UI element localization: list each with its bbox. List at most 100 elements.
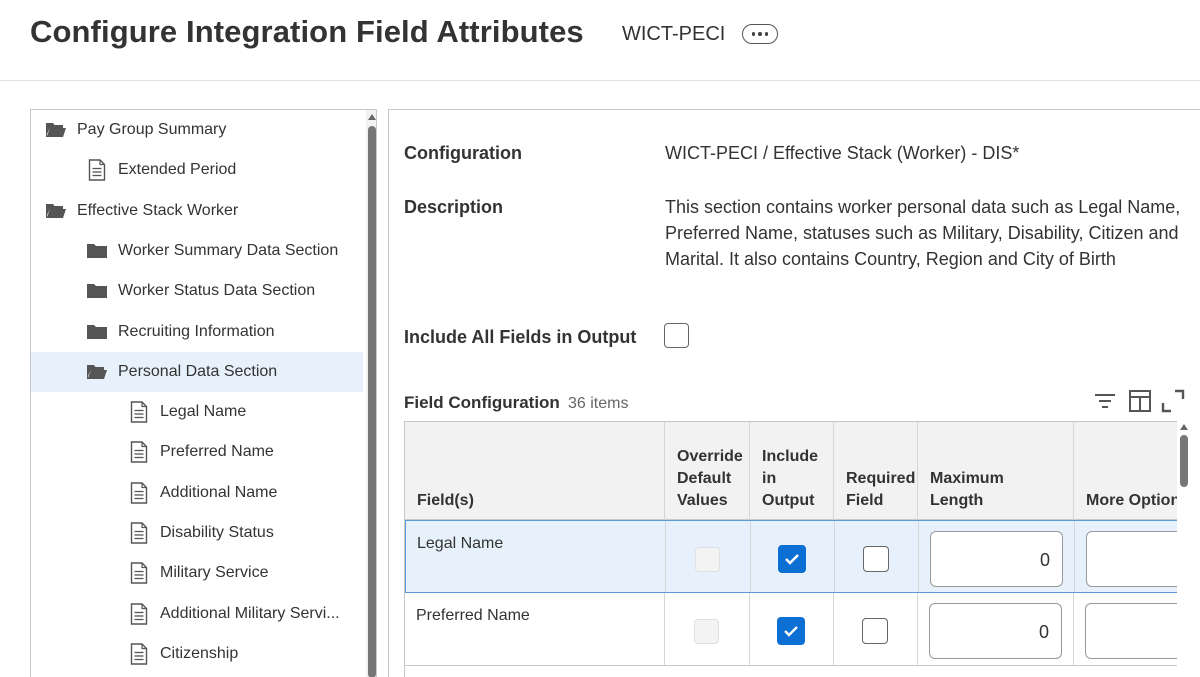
- column-label-line: Values: [677, 492, 728, 509]
- tree-item[interactable]: Recruiting Information: [31, 312, 363, 352]
- tree-item[interactable]: Additional Military Servi...: [31, 594, 363, 634]
- include-checkbox[interactable]: [777, 617, 805, 645]
- column-label: Required Field: [846, 468, 915, 512]
- tree-item[interactable]: Military Service: [31, 553, 363, 593]
- column-header-max-length[interactable]: Maximum Length: [918, 422, 1074, 520]
- ellipsis-dot: [758, 32, 762, 36]
- tree-item[interactable]: Preferred Name: [31, 432, 363, 472]
- grid-header: Field(s) Override Default Values Include in…: [405, 422, 1177, 520]
- tree-scroll-thumb[interactable]: [368, 126, 376, 677]
- field-cell: Preferred Name: [405, 593, 665, 665]
- tree-item[interactable]: Effective Stack Worker: [31, 191, 363, 231]
- checkmark-icon: [784, 552, 800, 566]
- expand-icon[interactable]: [1160, 388, 1186, 414]
- column-label: Override Default Values: [677, 446, 743, 512]
- tree-item[interactable]: Extended Period: [31, 150, 363, 190]
- tree-item-label: Preferred Name: [160, 443, 274, 461]
- tree-item-label: Recruiting Information: [118, 322, 275, 340]
- column-header-required[interactable]: Required Field: [834, 422, 918, 520]
- include-cell: [750, 593, 834, 665]
- tree-scrollbar[interactable]: [366, 110, 376, 677]
- column-label: Field(s): [417, 492, 474, 509]
- tree-item[interactable]: Worker Summary Data Section: [31, 231, 363, 271]
- more-actions-button[interactable]: [742, 24, 778, 44]
- more-options-cell: [1074, 593, 1177, 665]
- grid-scrollbar[interactable]: [1179, 421, 1189, 677]
- configuration-value: WICT-PECI / Effective Stack (Worker) - D…: [665, 143, 1020, 163]
- page-subtitle: WICT-PECI: [622, 23, 726, 45]
- tree-item[interactable]: Worker Status Data Section: [31, 271, 363, 311]
- required-cell: [834, 593, 918, 665]
- column-label: Maximum Length: [930, 470, 1004, 509]
- ellipsis-icon: [751, 32, 756, 36]
- column-header-more-options[interactable]: More Option: [1074, 422, 1177, 520]
- field-configuration-count: 36 items: [568, 395, 629, 412]
- scroll-up-arrow-icon[interactable]: [1180, 424, 1188, 430]
- tree-item-label: Pay Group Summary: [77, 121, 227, 138]
- filter-icon[interactable]: [1092, 388, 1118, 414]
- tree-item-label: Worker Status Data Section: [118, 282, 316, 300]
- include-checkbox[interactable]: [778, 545, 806, 573]
- grid-scroll-thumb[interactable]: [1180, 435, 1188, 487]
- document-icon: [128, 643, 150, 665]
- folder-open-icon: [45, 200, 67, 222]
- override-cell: [666, 521, 751, 592]
- tree-item[interactable]: Personal Data Section: [31, 351, 363, 392]
- document-icon: [128, 481, 150, 504]
- document-icon: [128, 562, 150, 584]
- field-name: Preferred Name: [416, 607, 530, 624]
- scroll-up-arrow-icon[interactable]: [368, 114, 376, 120]
- more-options-input[interactable]: [1085, 603, 1177, 659]
- document-icon: [128, 441, 150, 464]
- include-cell: [751, 521, 835, 592]
- required-checkbox[interactable]: [862, 618, 888, 644]
- column-header-include[interactable]: Include in Output: [750, 422, 834, 520]
- folder-icon: [86, 321, 108, 343]
- column-label: More Option: [1086, 492, 1177, 509]
- column-header-fields[interactable]: Field(s): [405, 422, 665, 520]
- tree-item[interactable]: Additional Name: [31, 473, 363, 513]
- tree-item[interactable]: Disability Status: [31, 513, 363, 553]
- column-label-line: Override: [677, 448, 743, 465]
- tree-item-label: Additional Name: [160, 483, 278, 501]
- max-length-input[interactable]: 0: [929, 603, 1062, 659]
- tree-item[interactable]: Legal Name: [31, 392, 363, 432]
- tree-item-label: Worker Summary Data Section: [118, 241, 339, 259]
- column-label-line: Required: [846, 470, 916, 487]
- field-configuration-title: Field Configuration: [404, 393, 560, 412]
- detail-panel: Configuration WICT-PECI / Effective Stac…: [388, 109, 1200, 677]
- table-row[interactable]: Legal Name 0: [405, 520, 1177, 593]
- more-options-cell: [1075, 521, 1177, 592]
- column-label-line: Include: [762, 448, 819, 465]
- document-icon: [86, 159, 108, 181]
- folder-icon: [86, 280, 108, 302]
- tree-item-label: Disability Status: [160, 524, 274, 541]
- override-cell: [665, 593, 750, 665]
- override-checkbox: [694, 619, 719, 644]
- table-row[interactable]: Preferred Name 0: [405, 593, 1177, 666]
- field-cell: Legal Name: [406, 521, 666, 592]
- tree-item[interactable]: Pay Group Summary: [31, 110, 363, 150]
- more-options-input[interactable]: [1086, 531, 1177, 587]
- include-all-checkbox[interactable]: [664, 323, 689, 348]
- document-icon: [128, 522, 150, 544]
- description-label: Description: [404, 197, 504, 217]
- tree-item-label: Effective Stack Worker: [77, 201, 239, 219]
- tree-item-label: Personal Data Section: [118, 362, 278, 380]
- configuration-label: Configuration: [404, 143, 522, 163]
- document-icon: [128, 401, 150, 423]
- tree-item[interactable]: Citizenship: [31, 634, 363, 674]
- tree-item-label: Citizenship: [160, 644, 239, 662]
- column-label-line: Field: [846, 492, 884, 509]
- include-all-label: Include All Fields in Output: [404, 327, 637, 347]
- folder-open-icon: [86, 361, 108, 383]
- page-title: Configure Integration Field Attributes: [30, 14, 584, 49]
- tree-item-label: Legal Name: [160, 403, 247, 421]
- column-header-override[interactable]: Override Default Values: [665, 422, 750, 520]
- column-label-line: in: [762, 470, 777, 487]
- description-value: This section contains worker personal da…: [665, 197, 1181, 269]
- column-label: Include in Output: [762, 446, 818, 512]
- columns-icon[interactable]: [1127, 388, 1153, 414]
- max-length-input[interactable]: 0: [930, 531, 1063, 587]
- required-checkbox[interactable]: [863, 546, 889, 572]
